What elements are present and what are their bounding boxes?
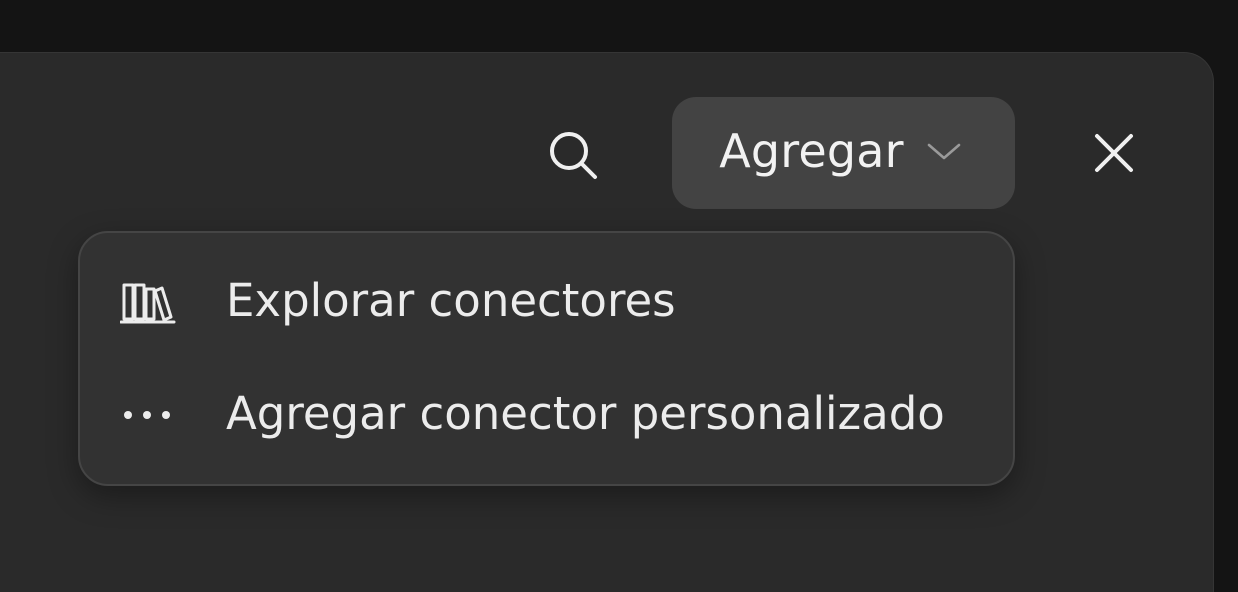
chevron-down-icon	[926, 139, 962, 167]
search-icon	[542, 124, 606, 192]
add-dropdown-button[interactable]: Agregar	[672, 97, 1015, 209]
add-dropdown-menu: Explorar conectores Agregar conector per…	[78, 231, 1015, 486]
menu-item-label: Explorar conectores	[226, 273, 676, 327]
menu-item-add-custom-connector[interactable]: Agregar conector personalizado	[120, 370, 993, 460]
more-horizontal-icon	[120, 390, 180, 440]
search-button[interactable]	[536, 120, 612, 196]
menu-item-label: Agregar conector personalizado	[226, 386, 945, 440]
add-button-label: Agregar	[719, 124, 904, 178]
library-icon	[120, 277, 180, 327]
close-icon	[1092, 131, 1136, 179]
close-button[interactable]	[1082, 123, 1146, 187]
menu-item-browse-connectors[interactable]: Explorar conectores	[120, 257, 993, 347]
